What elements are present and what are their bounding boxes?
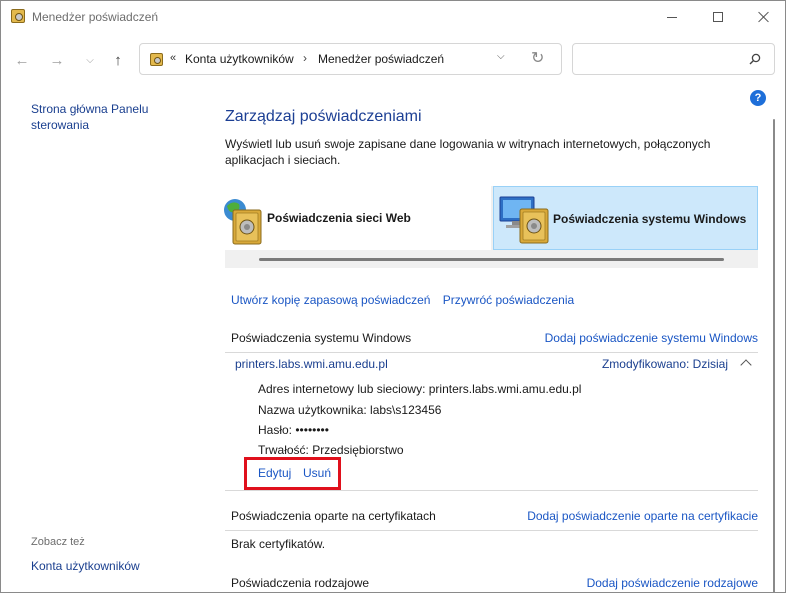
recent-locations-chevron-icon[interactable]: ⌵ (79, 49, 101, 71)
minimize-icon (667, 16, 677, 18)
tabs-horizontal-scrollbar[interactable] (259, 258, 724, 261)
credential-manager-window: Menedżer poświadczeń ← → ⌵ ↑ « Konta uży… (0, 0, 786, 593)
address-overflow-chevron[interactable]: « (170, 52, 176, 64)
generic-credentials-section-header: Poświadczenia rodzajowe Dodaj poświadcze… (225, 572, 758, 592)
search-box[interactable] (572, 43, 775, 75)
backup-credentials-link[interactable]: Utwórz kopię zapasową poświadczeń (231, 293, 430, 307)
scrollbar-thumb[interactable] (773, 119, 775, 592)
add-windows-credential-link[interactable]: Dodaj poświadczenie systemu Windows (545, 331, 758, 345)
credential-divider (225, 490, 758, 491)
address-credential-icon (150, 53, 163, 66)
up-arrow-icon[interactable]: ↑ (107, 49, 129, 71)
windows-credentials-vault-icon (499, 196, 549, 244)
tab-web-credentials[interactable]: Poświadczenia sieci Web (224, 186, 491, 250)
remove-credential-link[interactable]: Usuń (303, 466, 331, 480)
credential-name[interactable]: printers.labs.wmi.amu.edu.pl (235, 357, 388, 371)
refresh-icon[interactable]: ↻ (531, 48, 544, 68)
edit-credential-link[interactable]: Edytuj (258, 466, 291, 480)
maximize-button[interactable] (695, 1, 741, 33)
add-generic-credential-link[interactable]: Dodaj poświadczenie rodzajowe (587, 576, 758, 590)
help-icon[interactable]: ? (750, 90, 766, 106)
address-bar[interactable]: « Konta użytkowników › Menedżer poświadc… (139, 43, 562, 75)
credential-type-tabs: Poświadczenia sieci Web Poświadczenia sy… (224, 186, 758, 268)
web-credentials-vault-icon (224, 199, 262, 245)
breadcrumb-user-accounts[interactable]: Konta użytkowników (185, 52, 294, 66)
windows-credentials-section-header: Poświadczenia systemu Windows Dodaj pośw… (225, 327, 758, 353)
chevron-up-icon[interactable] (740, 359, 752, 371)
back-arrow-icon[interactable]: ← (11, 49, 33, 71)
sidebar-control-panel-home[interactable]: Strona główna Panelu sterowania (31, 101, 171, 133)
breadcrumb-credential-manager[interactable]: Menedżer poświadczeń (318, 52, 444, 66)
tab-web-credentials-label: Poświadczenia sieci Web (267, 211, 411, 225)
credential-username: Nazwa użytkownika: labs\s123456 (258, 403, 442, 417)
title-bar: Menedżer poświadczeń (1, 1, 785, 33)
tab-windows-credentials-label: Poświadczenia systemu Windows (553, 212, 747, 226)
certificate-credentials-section-header: Poświadczenia oparte na certyfikatach Do… (225, 505, 758, 531)
navigation-bar: ← → ⌵ ↑ « Konta użytkowników › Menedżer … (1, 33, 785, 87)
window-title: Menedżer poświadczeń (32, 10, 159, 24)
credential-password: Hasło: •••••••• (258, 423, 329, 437)
chevron-down-icon[interactable]: ⌵ (497, 51, 505, 62)
credential-vault-icon (11, 9, 25, 23)
search-input[interactable] (579, 50, 739, 68)
page-title: Zarządzaj poświadczeniami (225, 108, 422, 125)
restore-credentials-link[interactable]: Przywróć poświadczenia (443, 293, 574, 307)
sidebar-see-also-label: Zobacz też (31, 536, 85, 548)
backup-restore-links: Utwórz kopię zapasową poświadczeń Przywr… (231, 293, 583, 307)
certificate-credentials-section-title: Poświadczenia oparte na certyfikatach (231, 509, 436, 523)
credential-persistence: Trwałość: Przedsiębiorstwo (258, 443, 404, 457)
scrollbar[interactable] (771, 111, 777, 592)
page-description: Wyświetl lub usuń swoje zapisane dane lo… (225, 137, 711, 167)
close-icon (758, 11, 770, 23)
minimize-button[interactable] (649, 1, 695, 33)
tab-windows-credentials[interactable]: Poświadczenia systemu Windows (493, 186, 758, 250)
credential-row[interactable]: printers.labs.wmi.amu.edu.pl Zmodyfikowa… (225, 353, 758, 377)
credential-modified: Zmodyfikowano: Dzisiaj (601, 357, 728, 371)
search-icon[interactable] (748, 52, 762, 66)
sidebar-user-accounts-link[interactable]: Konta użytkowników (31, 558, 140, 574)
no-certificates-text: Brak certyfikatów. (231, 537, 326, 551)
credential-address: Adres internetowy lub sieciowy: printers… (258, 382, 582, 396)
windows-credentials-section-title: Poświadczenia systemu Windows (231, 331, 412, 345)
add-certificate-credential-link[interactable]: Dodaj poświadczenie oparte na certyfikac… (527, 509, 758, 523)
forward-arrow-icon[interactable]: → (46, 49, 68, 71)
maximize-icon (713, 12, 723, 22)
breadcrumb-separator: › (303, 51, 307, 65)
generic-credentials-section-title: Poświadczenia rodzajowe (231, 576, 370, 590)
close-button[interactable] (741, 1, 785, 33)
